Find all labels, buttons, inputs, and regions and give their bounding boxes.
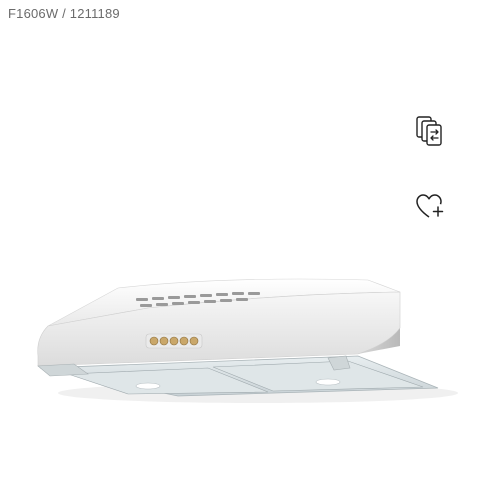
compare-icon	[416, 116, 442, 146]
product-image	[37, 278, 458, 403]
product-sku: F1606W / 1211189	[8, 6, 120, 21]
control-buttons	[145, 333, 203, 349]
heart-plus-icon	[416, 194, 444, 218]
add-to-wishlist-button[interactable]	[412, 188, 448, 224]
compare-button[interactable]	[412, 114, 448, 150]
